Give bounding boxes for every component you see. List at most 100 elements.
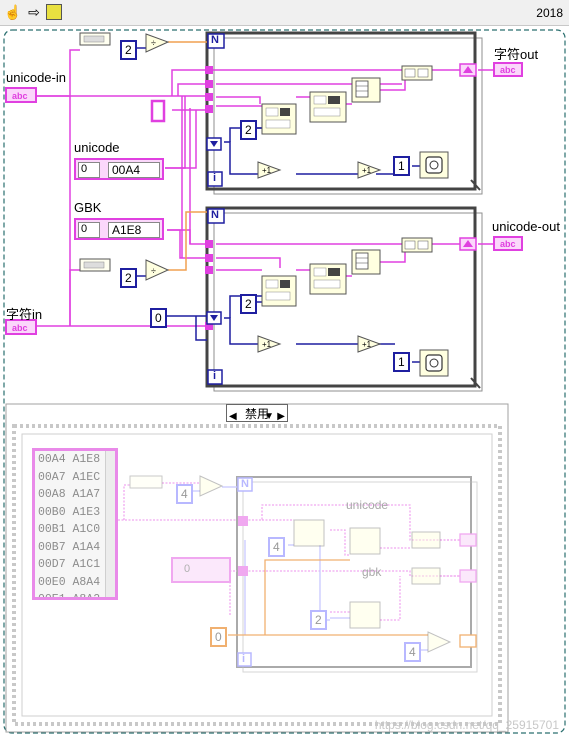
table-row: 00D7 A1C1 <box>38 558 101 571</box>
wait-node-1[interactable] <box>419 151 449 179</box>
disabled-constant-four-a: 4 <box>176 484 193 504</box>
table-row: 00A8 A1A7 <box>38 488 101 501</box>
disable-case-selector[interactable]: ◀ 禁用 ▼ ▶ <box>226 404 288 422</box>
string-subset-node-2a[interactable] <box>261 275 297 307</box>
svg-text:+1: +1 <box>262 340 272 349</box>
svg-text:+1: +1 <box>262 166 272 175</box>
constant-two-b[interactable]: 2 <box>120 268 137 288</box>
constant-zero[interactable]: 0 <box>150 308 167 328</box>
string-subset-node-1b[interactable] <box>309 91 347 123</box>
prev-case-icon[interactable]: ◀ <box>229 408 237 426</box>
unicode-value[interactable]: 00A4 <box>108 162 160 178</box>
table-row: 00B7 A1A4 <box>38 540 101 554</box>
divide-node-2[interactable]: ÷ <box>145 259 170 281</box>
gbk-value[interactable]: A1E8 <box>108 222 160 238</box>
empty-string-constant[interactable] <box>150 99 166 123</box>
disabled-shift-register-1 <box>459 533 477 547</box>
table-row: 00B0 A1E3 <box>38 505 101 519</box>
disabled-subset-node-3 <box>349 601 381 629</box>
unicode-out-label: unicode-out <box>492 219 560 234</box>
string-length-node-1[interactable] <box>79 32 111 46</box>
char-out-indicator[interactable]: abc <box>493 62 523 77</box>
disabled-subset-node-2 <box>349 527 381 555</box>
increment-node-1b[interactable]: +1 <box>357 161 382 179</box>
unicode-gbk-table[interactable]: 00A4 A1E8 00A7 A1EC 00A8 A1A7 00B0 A1E3 … <box>32 448 118 600</box>
unicode-in-label: unicode-in <box>6 70 66 85</box>
disabled-iteration-letter: i <box>242 653 246 665</box>
disabled-add-node <box>427 631 452 653</box>
disabled-string-length-node <box>129 475 163 489</box>
svg-text:abc: abc <box>500 239 516 249</box>
svg-text:abc: abc <box>12 323 28 333</box>
increment-node-2b[interactable]: +1 <box>357 335 382 353</box>
loop1-count-letter: N <box>211 34 219 46</box>
case-dropdown-icon[interactable]: ▼ <box>264 408 274 426</box>
loop2-count-letter: N <box>211 209 219 221</box>
table-row: 00A7 A1EC <box>38 470 101 484</box>
increment-node-1a[interactable]: +1 <box>257 161 282 179</box>
loop1-iteration-letter: i <box>213 172 217 184</box>
unicode-out-indicator[interactable]: abc <box>493 236 523 251</box>
table-row: 00E1 A8A2 <box>38 593 101 600</box>
table-row: 00A4 A1E8 <box>38 453 101 466</box>
shift-register-out-1 <box>459 63 477 77</box>
gbk-index[interactable]: 0 <box>78 222 100 238</box>
disabled-count-letter: N <box>241 478 249 490</box>
char-out-label: 字符out <box>494 47 539 62</box>
unicode-ring-control[interactable]: 0 00A4 <box>74 158 164 180</box>
labview-icon[interactable] <box>46 4 62 20</box>
constant-two-c[interactable]: 2 <box>240 120 257 140</box>
disabled-constant-two: 2 <box>310 610 327 630</box>
table-scrollbar[interactable] <box>105 451 115 597</box>
disabled-string-wires <box>118 482 460 621</box>
toolbar-background <box>0 0 569 26</box>
concatenate-node-2[interactable] <box>401 237 433 253</box>
char-in-label: 字符in <box>6 307 43 322</box>
table-row: 00B1 A1C0 <box>38 523 101 536</box>
block-diagram: abc abc abc abc ÷ ÷ +1 +1 +1 +1 <box>0 0 569 734</box>
constant-one-a[interactable]: 1 <box>393 156 410 176</box>
svg-text:+1: +1 <box>362 166 372 175</box>
disabled-tunnel-2 <box>238 566 248 576</box>
disabled-divide-node <box>199 475 224 497</box>
shift-register-out-2 <box>459 237 477 251</box>
unicode-label: unicode <box>74 140 120 155</box>
svg-text:abc: abc <box>500 65 516 75</box>
unicode-in-control[interactable]: abc <box>5 87 37 103</box>
disabled-array-index: 0 <box>184 563 191 575</box>
disabled-constant-four-b: 4 <box>268 537 285 557</box>
string-length-node-2[interactable] <box>79 258 111 272</box>
gbk-ring-control[interactable]: 0 A1E8 <box>74 218 164 240</box>
version-label: 2018 <box>536 6 563 20</box>
disabled-concat-node-2 <box>411 567 441 585</box>
constant-one-b[interactable]: 1 <box>393 352 410 372</box>
table-row: 00E0 A8A4 <box>38 575 101 589</box>
disabled-unicode-label: unicode <box>346 498 389 512</box>
watermark: https://blog.csdn.net/qq_25915701 <box>374 718 559 732</box>
hand-icon[interactable]: ☝ <box>4 4 21 20</box>
increment-node-2a[interactable]: +1 <box>257 335 282 353</box>
search-array-node-2[interactable] <box>351 249 381 275</box>
svg-text:÷: ÷ <box>151 266 156 276</box>
wait-node-2[interactable] <box>419 349 449 377</box>
diagram-frame <box>3 29 566 734</box>
disabled-subset-node-1 <box>293 519 325 547</box>
disabled-constant-four-c: 4 <box>404 642 421 662</box>
string-subset-node-2b[interactable] <box>309 263 347 295</box>
constant-two-d[interactable]: 2 <box>240 294 257 314</box>
disabled-shift-register-3 <box>459 634 477 648</box>
concatenate-node-1[interactable] <box>401 65 433 81</box>
divide-node-1[interactable]: ÷ <box>145 33 170 53</box>
disabled-array-control <box>171 557 231 583</box>
run-arrow-icon[interactable]: ⇨ <box>26 4 42 20</box>
disabled-shift-register-2 <box>459 569 477 583</box>
next-case-icon[interactable]: ▶ <box>277 408 285 426</box>
unicode-index[interactable]: 0 <box>78 162 100 178</box>
disabled-gbk-label: gbk <box>362 565 382 579</box>
gbk-label: GBK <box>74 200 102 215</box>
svg-text:+1: +1 <box>362 340 372 349</box>
disabled-tunnel-1 <box>238 516 248 526</box>
string-subset-node-1a[interactable] <box>261 103 297 135</box>
constant-two-a[interactable]: 2 <box>120 40 137 60</box>
search-array-node-1[interactable] <box>351 77 381 103</box>
